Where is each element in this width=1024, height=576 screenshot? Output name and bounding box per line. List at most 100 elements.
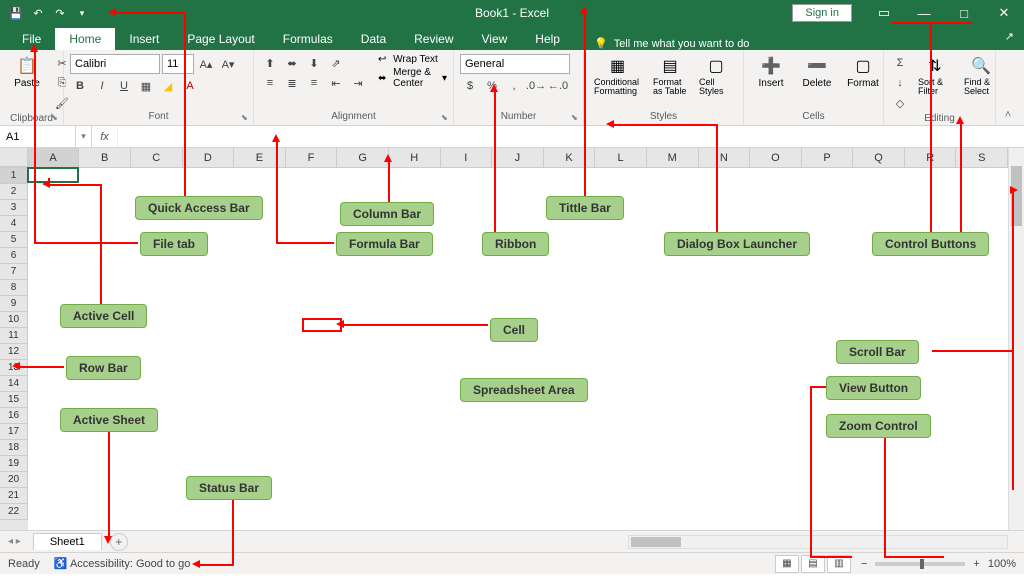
- horizontal-scrollbar[interactable]: [628, 535, 1008, 549]
- column-header[interactable]: Q: [853, 148, 905, 167]
- column-header[interactable]: I: [441, 148, 493, 167]
- align-middle-icon[interactable]: ⬌: [282, 54, 302, 72]
- align-center-icon[interactable]: ≣: [282, 74, 302, 92]
- zoom-level[interactable]: 100%: [988, 558, 1016, 570]
- horizontal-scroll-thumb[interactable]: [631, 537, 681, 547]
- row-header[interactable]: 16: [0, 408, 28, 424]
- underline-button[interactable]: U: [114, 77, 134, 95]
- sort-filter-button[interactable]: ⇅Sort & Filter: [914, 54, 956, 98]
- column-header[interactable]: C: [131, 148, 183, 167]
- clipboard-dialog-launcher-icon[interactable]: ⬊: [51, 113, 61, 123]
- view-normal-button[interactable]: ▦: [775, 555, 799, 573]
- tab-page-layout[interactable]: Page Layout: [173, 28, 268, 50]
- save-icon[interactable]: 💾: [8, 5, 24, 21]
- row-header[interactable]: 18: [0, 440, 28, 456]
- tab-help[interactable]: Help: [521, 28, 574, 50]
- comma-icon[interactable]: ,: [504, 77, 524, 95]
- number-dialog-launcher-icon[interactable]: ⬊: [571, 113, 581, 123]
- column-header[interactable]: M: [647, 148, 699, 167]
- row-header[interactable]: 8: [0, 280, 28, 296]
- autosum-icon[interactable]: Σ: [890, 54, 910, 72]
- status-accessibility[interactable]: ♿ Accessibility: Good to go: [54, 557, 191, 570]
- row-header[interactable]: 4: [0, 216, 28, 232]
- undo-icon[interactable]: ↶: [30, 5, 46, 21]
- row-header[interactable]: 20: [0, 472, 28, 488]
- tab-home[interactable]: Home: [55, 28, 115, 50]
- font-name-input[interactable]: [70, 54, 160, 74]
- column-header[interactable]: G: [337, 148, 389, 167]
- close-icon[interactable]: ✕: [984, 0, 1024, 26]
- select-all-button[interactable]: [0, 148, 28, 167]
- zoom-in-button[interactable]: +: [973, 558, 979, 570]
- vertical-scrollbar[interactable]: [1008, 148, 1024, 530]
- row-header[interactable]: 5: [0, 232, 28, 248]
- column-header[interactable]: N: [699, 148, 751, 167]
- tab-formulas[interactable]: Formulas: [269, 28, 347, 50]
- sheet-nav[interactable]: ◂ ▸: [0, 536, 29, 547]
- column-header[interactable]: D: [183, 148, 235, 167]
- row-header[interactable]: 17: [0, 424, 28, 440]
- tab-review[interactable]: Review: [400, 28, 467, 50]
- name-box[interactable]: A1: [0, 126, 76, 147]
- sign-in-button[interactable]: Sign in: [792, 4, 852, 22]
- row-header[interactable]: 19: [0, 456, 28, 472]
- row-header[interactable]: 15: [0, 392, 28, 408]
- add-sheet-button[interactable]: +: [110, 533, 128, 551]
- font-size-input[interactable]: [162, 54, 194, 74]
- row-header[interactable]: 1: [0, 168, 28, 184]
- insert-cells-button[interactable]: ➕Insert: [750, 54, 792, 91]
- column-header[interactable]: S: [956, 148, 1008, 167]
- align-bottom-icon[interactable]: ⬇: [304, 54, 324, 72]
- tell-me-search[interactable]: 💡 Tell me what you want to do: [594, 37, 749, 50]
- italic-button[interactable]: I: [92, 77, 112, 95]
- share-icon[interactable]: ↗: [1005, 30, 1014, 43]
- format-as-table-button[interactable]: ▤Format as Table: [649, 54, 691, 98]
- fill-color-icon[interactable]: ◢: [158, 77, 178, 95]
- number-format-select[interactable]: [460, 54, 570, 74]
- find-select-button[interactable]: 🔍Find & Select: [960, 54, 1002, 98]
- column-header[interactable]: B: [79, 148, 131, 167]
- zoom-slider[interactable]: [875, 562, 965, 566]
- insert-function-icon[interactable]: fx: [92, 126, 118, 147]
- decrease-indent-icon[interactable]: ⇤: [326, 74, 346, 92]
- row-header[interactable]: 10: [0, 312, 28, 328]
- column-header[interactable]: L: [595, 148, 647, 167]
- wrap-text-button[interactable]: ↩ Wrap Text: [378, 54, 447, 65]
- row-header[interactable]: 7: [0, 264, 28, 280]
- clear-icon[interactable]: ◇: [890, 94, 910, 112]
- paste-button[interactable]: 📋 Paste: [6, 54, 48, 91]
- column-header[interactable]: H: [389, 148, 441, 167]
- font-color-icon[interactable]: A: [180, 77, 200, 95]
- orientation-icon[interactable]: ⇗: [326, 54, 346, 72]
- increase-font-icon[interactable]: A▴: [196, 55, 216, 73]
- align-right-icon[interactable]: ≡: [304, 74, 324, 92]
- fill-icon[interactable]: ↓: [890, 74, 910, 92]
- increase-decimal-icon[interactable]: .0→: [526, 77, 546, 95]
- currency-icon[interactable]: $: [460, 77, 480, 95]
- column-header[interactable]: P: [802, 148, 854, 167]
- row-header[interactable]: 6: [0, 248, 28, 264]
- row-header[interactable]: 14: [0, 376, 28, 392]
- tab-insert[interactable]: Insert: [115, 28, 173, 50]
- row-header[interactable]: 21: [0, 488, 28, 504]
- row-header[interactable]: 22: [0, 504, 28, 520]
- row-header[interactable]: 9: [0, 296, 28, 312]
- row-header[interactable]: 3: [0, 200, 28, 216]
- column-header[interactable]: O: [750, 148, 802, 167]
- row-header[interactable]: 11: [0, 328, 28, 344]
- font-dialog-launcher-icon[interactable]: ⬊: [241, 113, 251, 123]
- cell-styles-button[interactable]: ▢Cell Styles: [695, 54, 737, 98]
- increase-indent-icon[interactable]: ⇥: [348, 74, 368, 92]
- column-header[interactable]: F: [286, 148, 338, 167]
- align-left-icon[interactable]: ≡: [260, 74, 280, 92]
- row-header[interactable]: 12: [0, 344, 28, 360]
- column-header[interactable]: K: [544, 148, 596, 167]
- conditional-formatting-button[interactable]: ▦Conditional Formatting: [590, 54, 645, 98]
- column-header[interactable]: J: [492, 148, 544, 167]
- align-top-icon[interactable]: ⬆: [260, 54, 280, 72]
- format-cells-button[interactable]: ▢Format: [842, 54, 884, 91]
- qat-customize-icon[interactable]: ▾: [74, 5, 90, 21]
- column-header[interactable]: E: [234, 148, 286, 167]
- zoom-out-button[interactable]: −: [861, 558, 867, 570]
- formula-bar-input[interactable]: [118, 126, 1024, 147]
